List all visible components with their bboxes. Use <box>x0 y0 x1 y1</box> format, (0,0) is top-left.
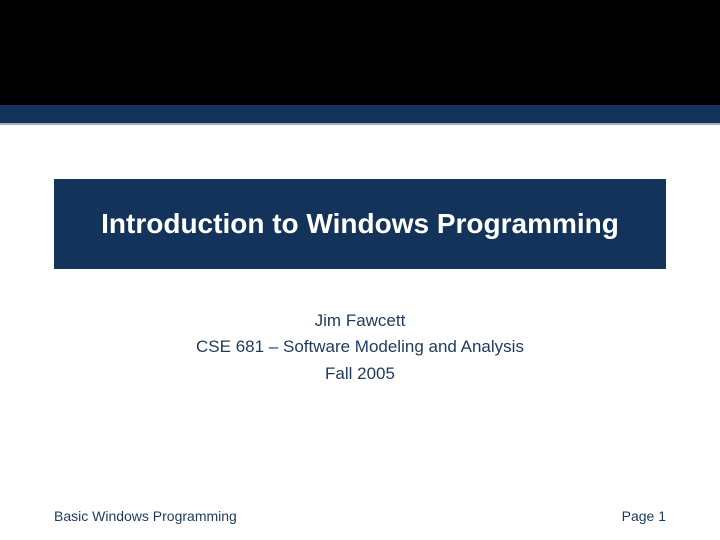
author-line: Jim Fawcett <box>0 308 720 334</box>
footer-left: Basic Windows Programming <box>54 508 237 524</box>
subtitle-block: Jim Fawcett CSE 681 – Software Modeling … <box>0 308 720 387</box>
divider-blue-band <box>0 105 720 123</box>
title-bar: Introduction to Windows Programming <box>54 179 666 269</box>
divider-gray-line <box>0 123 720 125</box>
footer-right: Page 1 <box>622 508 666 524</box>
term-line: Fall 2005 <box>0 361 720 387</box>
top-black-band <box>0 0 720 105</box>
slide-title: Introduction to Windows Programming <box>101 208 619 240</box>
course-line: CSE 681 – Software Modeling and Analysis <box>0 334 720 360</box>
